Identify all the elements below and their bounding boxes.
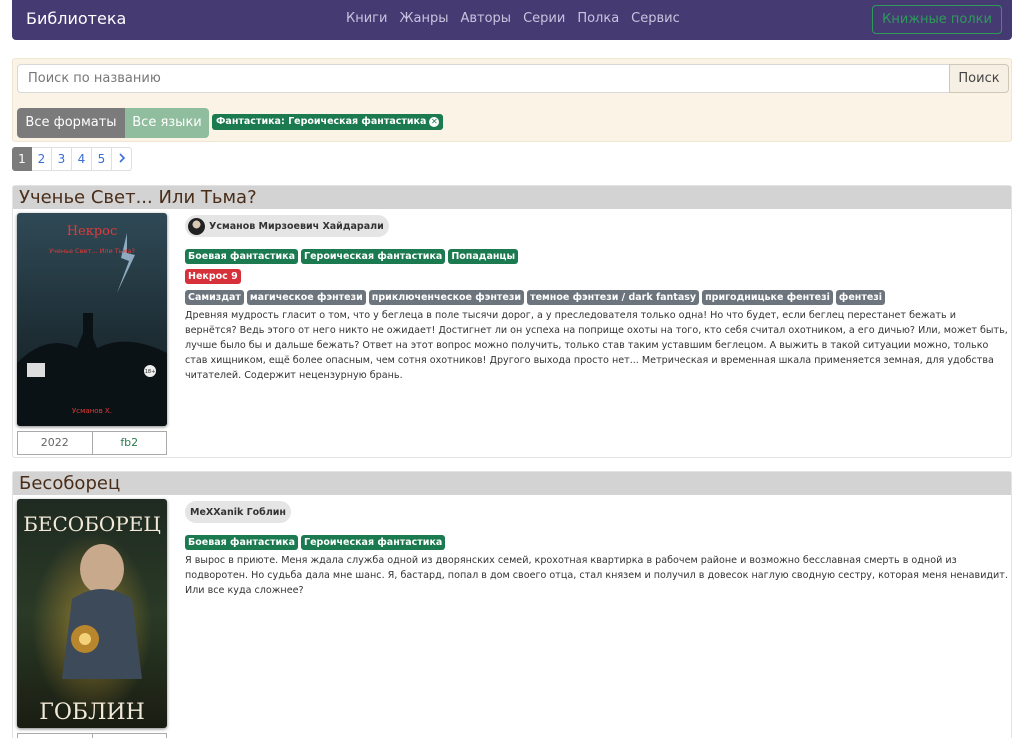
book-meta: 2022 fb2 <box>17 431 167 455</box>
nav-link-shelf[interactable]: Полка <box>577 11 619 26</box>
book-cover[interactable]: Некрос Ученье Свет... Или Тьма? 18+ Усма… <box>17 213 167 426</box>
bookshelves-button[interactable]: Книжные полки <box>872 5 1002 34</box>
nav-link-genres[interactable]: Жанры <box>399 11 448 26</box>
cover-series: Некрос <box>67 224 118 239</box>
formats-dropdown[interactable]: Все форматы <box>17 108 125 138</box>
book-cover[interactable]: БЕСОБОРЕЦ ГОБЛИН <box>17 499 167 728</box>
languages-dropdown[interactable]: Все языки <box>125 108 209 138</box>
genre-tags: Боевая фантастика Героическая фантастика <box>185 535 446 550</box>
active-genre-filter: Фантастика: Героическая фантастика ✕ <box>212 114 444 130</box>
book-format-link[interactable]: fb2 <box>92 431 167 455</box>
search-input[interactable]: Поиск по названию <box>17 64 950 93</box>
cover-age-rating: 18+ <box>145 369 156 375</box>
nav-link-books[interactable]: Книги <box>346 11 387 26</box>
nav-link-series[interactable]: Серии <box>523 11 565 26</box>
series-tags: Некрос 9 <box>185 269 241 284</box>
page-1[interactable]: 1 <box>12 147 32 171</box>
keyword-tag[interactable]: приключенческое фэнтези <box>368 290 525 305</box>
genre-tag[interactable]: Боевая фантастика <box>185 249 299 264</box>
keyword-tag[interactable]: фентезі <box>835 290 886 305</box>
genre-tag[interactable]: Героическая фантастика <box>301 249 446 264</box>
page-next-button[interactable] <box>112 147 132 171</box>
author-name: Усманов Мирзоевич Хайдарали <box>209 220 384 232</box>
series-tag[interactable]: Некрос 9 <box>185 269 241 284</box>
keyword-tag[interactable]: пригодницьке фентезі <box>702 290 833 305</box>
brand-link[interactable]: Библиотека <box>26 9 126 28</box>
book-description: Древняя мудрость гласит о том, что у бег… <box>185 310 1008 381</box>
top-navbar: Библиотека Книги Жанры Авторы Серии Полк… <box>12 0 1012 40</box>
keyword-tag[interactable]: Самиздат <box>185 290 244 305</box>
nav-link-service[interactable]: Сервис <box>631 11 680 26</box>
genre-tag[interactable]: Попаданцы <box>448 249 519 264</box>
active-genre-label: Фантастика: Героическая фантастика <box>216 116 427 127</box>
nav-link-authors[interactable]: Авторы <box>460 11 511 26</box>
book-card: Ученье Свет... Или Тьма? Некрос Ученье С… <box>12 185 1012 458</box>
book-format-link[interactable] <box>92 733 167 738</box>
genre-tags: Боевая фантастика Героическая фантастика… <box>185 249 519 264</box>
author-pill[interactable]: MeXXanik Гоблин <box>185 501 291 523</box>
book-description: Я вырос в приюте. Меня ждала служба одно… <box>185 555 1008 596</box>
avatar <box>188 217 205 235</box>
genre-tag[interactable]: Боевая фантастика <box>185 535 299 550</box>
book-meta <box>17 733 167 738</box>
book-title[interactable]: Ученье Свет... Или Тьма? <box>13 186 1011 209</box>
keyword-tag[interactable]: магическое фэнтези <box>246 290 366 305</box>
keyword-tag[interactable]: темное фэнтези / dark fantasy <box>527 290 700 305</box>
cover-title: Ученье Свет... Или Тьма? <box>49 247 135 255</box>
cover-title: БЕСОБОРЕЦ <box>23 512 161 536</box>
keyword-tags: Самиздат магическое фэнтези приключенчес… <box>185 290 886 305</box>
search-button[interactable]: Поиск <box>949 64 1009 93</box>
filter-panel: Поиск по названию Поиск Все форматы Все … <box>12 58 1012 142</box>
nav-links: Книги Жанры Авторы Серии Полка Сервис <box>346 11 680 26</box>
x-circle-icon[interactable]: ✕ <box>429 117 440 127</box>
cover-author: Усманов Х. <box>72 407 112 415</box>
book-title[interactable]: Бесоборец <box>13 472 1011 495</box>
page-5[interactable]: 5 <box>92 147 112 171</box>
pagination: 1 2 3 4 5 <box>12 147 132 171</box>
page-3[interactable]: 3 <box>52 147 72 171</box>
genre-tag[interactable]: Героическая фантастика <box>301 535 446 550</box>
cover-author: ГОБЛИН <box>39 700 145 725</box>
page-2[interactable]: 2 <box>32 147 52 171</box>
author-pill[interactable]: Усманов Мирзоевич Хайдарали <box>185 215 389 237</box>
chevron-right-icon <box>118 152 126 166</box>
book-card: Бесоборец БЕСОБОРЕЦ ГОБЛИН MeXXanik Гобл… <box>12 471 1012 738</box>
book-year: 2022 <box>17 431 93 455</box>
author-name: MeXXanik Гоблин <box>190 506 286 518</box>
book-year <box>17 733 93 738</box>
page-4[interactable]: 4 <box>72 147 92 171</box>
